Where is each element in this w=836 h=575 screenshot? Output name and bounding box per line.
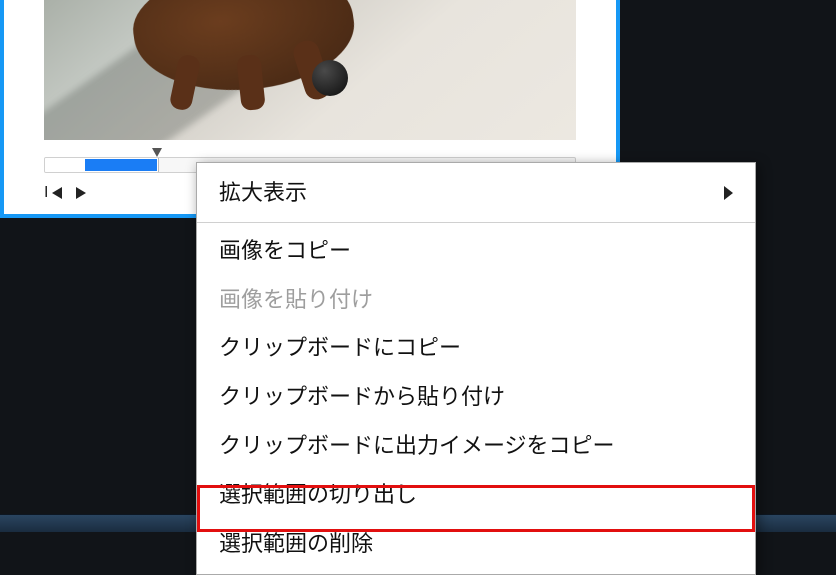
menu-cut-selection[interactable]: 選択範囲の切り出し <box>197 471 755 520</box>
menu-clipboard-paste[interactable]: クリップボードから貼り付け <box>197 373 755 422</box>
triangle-left-icon <box>52 187 62 199</box>
play-button[interactable] <box>76 187 86 199</box>
menu-clipboard-copy-output[interactable]: クリップボードに出力イメージをコピー <box>197 422 755 471</box>
menu-zoom[interactable]: 拡大表示 <box>197 169 755 218</box>
menu-cut-selection-label: 選択範囲の切り出し <box>219 480 417 511</box>
menu-paste-image: 画像を貼り付け <box>197 276 755 325</box>
menu-clipboard-copy-label: クリップボードにコピー <box>219 333 461 364</box>
menu-clipboard-copy[interactable]: クリップボードにコピー <box>197 324 755 373</box>
menu-copy-image[interactable]: 画像をコピー <box>197 227 755 276</box>
menu-paste-image-label: 画像を貼り付け <box>219 285 373 316</box>
menu-clipboard-copy-output-label: クリップボードに出力イメージをコピー <box>219 431 615 462</box>
skip-prev-icon: I <box>44 184 48 202</box>
menu-copy-image-label: 画像をコピー <box>219 236 351 267</box>
play-icon <box>76 187 86 199</box>
timeline-playhead-icon[interactable] <box>152 148 162 157</box>
preview-image <box>44 0 576 140</box>
submenu-arrow-icon <box>724 186 733 200</box>
menu-zoom-label: 拡大表示 <box>219 178 307 209</box>
menu-delete-selection[interactable]: 選択範囲の削除 <box>197 520 755 569</box>
menu-delete-selection-label: 選択範囲の削除 <box>219 529 373 560</box>
context-menu: 拡大表示 画像をコピー 画像を貼り付け クリップボードにコピー クリップボードか… <box>196 162 756 575</box>
prev-frame-button[interactable]: I <box>44 184 62 202</box>
menu-clipboard-paste-label: クリップボードから貼り付け <box>219 382 505 413</box>
timeline-selection[interactable] <box>85 159 157 171</box>
menu-separator <box>197 222 755 223</box>
